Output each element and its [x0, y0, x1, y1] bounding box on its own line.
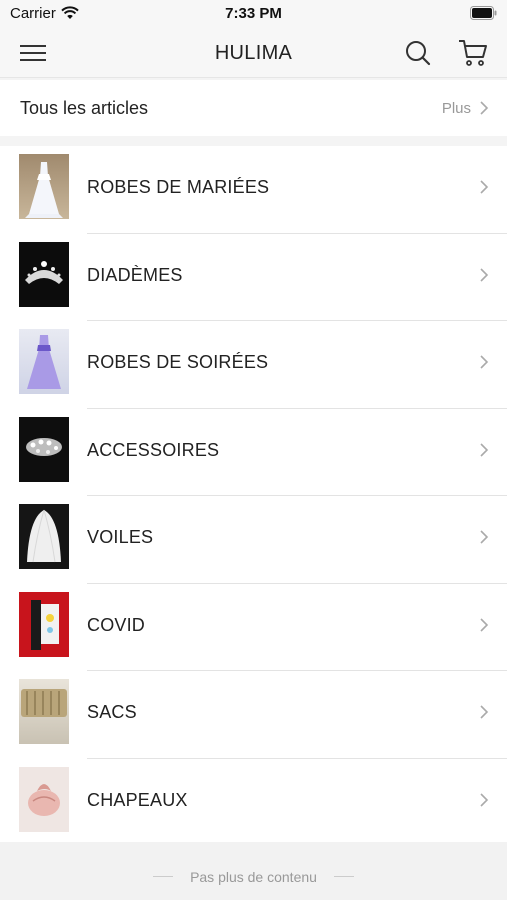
all-articles-row[interactable]: Tous les articles Plus [0, 80, 507, 136]
chevron-right-icon [480, 101, 489, 115]
chevron-right-icon [480, 180, 489, 194]
tiara-thumbnail [19, 241, 69, 307]
chevron-right-icon [480, 442, 489, 457]
footer-divider-right [334, 876, 354, 877]
category-item-chapeaux[interactable]: CHAPEAUX [0, 759, 507, 847]
end-of-content-footer: Pas plus de contenu [0, 842, 507, 900]
top-navigation-bar: HULIMA [0, 28, 507, 78]
all-articles-label: Tous les articles [20, 98, 149, 118]
chevron-right-icon [480, 530, 489, 544]
battery-icon [470, 6, 497, 20]
wedding-dress-thumbnail [19, 154, 69, 219]
category-item-covid[interactable]: COVID [0, 584, 507, 671]
clock: 7:33 PM [225, 5, 282, 22]
category-name: ROBES DE MARIÉES [87, 177, 270, 197]
chevron-right-icon [480, 267, 489, 282]
category-name: VOILES [87, 527, 154, 547]
accessories-thumbnail [19, 416, 69, 482]
category-item-sacs[interactable]: SACS [0, 671, 507, 759]
end-of-content-text: Pas plus de contenu [190, 869, 317, 885]
category-item-accessoires[interactable]: ACCESSOIRES [0, 409, 507, 496]
category-name: ROBES DE SOIRÉES [87, 352, 269, 372]
bag-thumbnail [19, 679, 69, 744]
chevron-right-icon [480, 792, 489, 807]
category-name: SACS [87, 702, 137, 722]
chevron-right-icon [480, 705, 489, 719]
category-name: DIADÈMES [87, 264, 183, 285]
category-item-robes-de-soirees[interactable]: ROBES DE SOIRÉES [0, 321, 507, 409]
chevron-right-icon [480, 355, 489, 369]
chevron-right-icon [480, 617, 489, 632]
covid-product-thumbnail [19, 591, 69, 657]
veil-thumbnail [19, 504, 69, 569]
evening-dress-thumbnail [19, 329, 69, 394]
category-name: COVID [87, 614, 146, 635]
hat-thumbnail [19, 766, 69, 832]
more-link[interactable]: Plus [442, 100, 471, 117]
category-item-voiles[interactable]: VOILES [0, 496, 507, 584]
category-name: CHAPEAUX [87, 789, 188, 810]
category-list: ROBES DE MARIÉES DIADÈMES ROBES DE SOIRÉ… [0, 146, 507, 842]
search-icon[interactable] [404, 39, 432, 67]
category-item-robes-de-mariees[interactable]: ROBES DE MARIÉES [0, 146, 507, 234]
status-bar: Carrier 7:33 PM [0, 0, 507, 28]
category-name: ACCESSOIRES [87, 439, 220, 460]
category-item-diademes[interactable]: DIADÈMES [0, 234, 507, 321]
shopping-cart-icon[interactable] [457, 38, 489, 68]
